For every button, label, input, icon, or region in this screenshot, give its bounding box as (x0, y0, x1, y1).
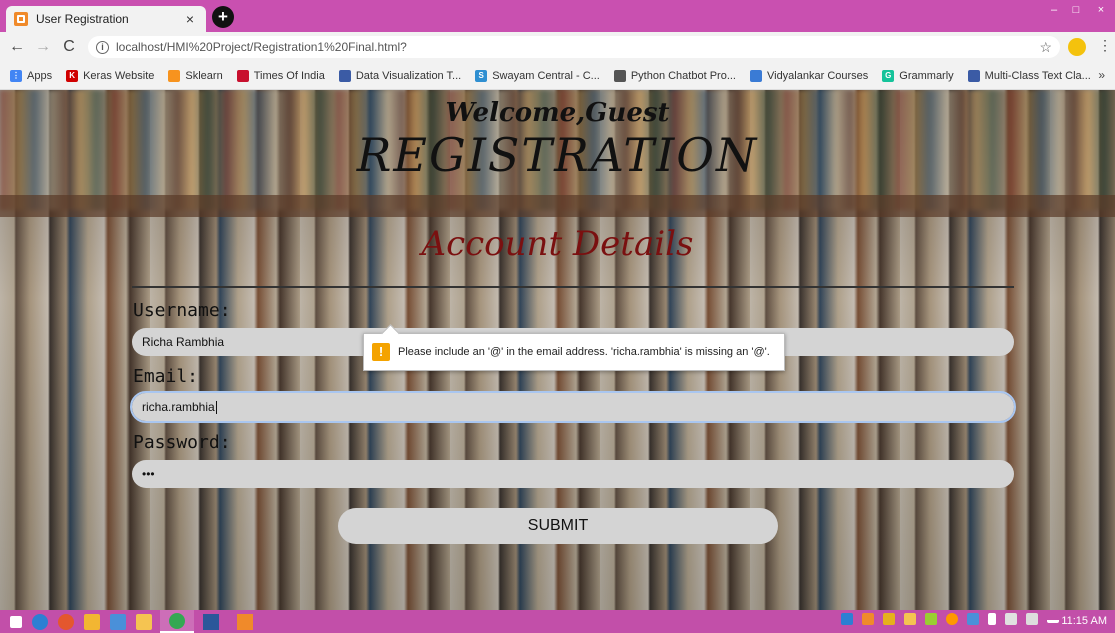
text-caret (215, 400, 217, 414)
bookmark-item[interactable]: G Grammarly (882, 69, 954, 82)
bookmark-label: Multi-Class Text Cla... (984, 69, 1091, 82)
file-explorer-icon[interactable] (136, 613, 152, 630)
reload-icon[interactable]: C (58, 36, 80, 58)
bookmark-favicon-icon (613, 69, 626, 82)
tab-strip: User Registration × + – □ × (0, 0, 1115, 32)
xampp-favicon-icon (14, 12, 28, 26)
address-bar[interactable]: i localhost/HMI%20Project/Registration1%… (88, 36, 1060, 58)
signal-icon[interactable] (1047, 615, 1059, 623)
flag-icon[interactable] (988, 613, 996, 625)
new-tab-button[interactable]: + (212, 6, 234, 28)
warning-icon: ! (372, 343, 390, 361)
shield-app-icon[interactable] (84, 613, 100, 630)
tray-green-icon[interactable] (925, 613, 937, 625)
internet-explorer-icon[interactable] (32, 613, 48, 630)
bookmark-favicon-icon (967, 69, 980, 82)
system-tray (832, 613, 1059, 625)
bookmarks-bar: ⋮ Apps K Keras Website Sklearn Times Of India… (0, 62, 1115, 90)
bookmark-item[interactable]: Data Visualization T... (338, 69, 462, 82)
taskbar-word[interactable] (194, 610, 228, 633)
bookmark-favicon-icon (236, 69, 249, 82)
back-arrow-icon[interactable]: ← (6, 36, 28, 58)
battery-icon[interactable] (1026, 613, 1038, 625)
tray-app-icon[interactable] (841, 613, 853, 625)
tray-blue-icon[interactable] (967, 613, 979, 625)
bookmark-favicon-icon: ⋮ (10, 69, 22, 82)
page-title: REGISTRATION (356, 128, 759, 182)
bookmark-item[interactable]: Multi-Class Text Cla... (967, 69, 1091, 82)
bookmark-favicon-icon: S (475, 69, 488, 82)
tray-xampp-icon[interactable] (862, 613, 874, 625)
bookmark-item[interactable]: ⋮ Apps (10, 69, 53, 82)
chrome-pinned-icon[interactable] (58, 613, 74, 630)
tray-cat-icon[interactable] (883, 613, 895, 625)
taskbar-chrome-active[interactable] (160, 610, 194, 633)
bookmark-item[interactable]: K Keras Website (66, 69, 155, 82)
tray-wifi-app-icon[interactable] (904, 613, 916, 625)
close-window-button[interactable]: × (1087, 0, 1115, 20)
maximize-button[interactable]: □ (1065, 0, 1087, 20)
bookmark-favicon-icon (338, 69, 351, 82)
bookmark-item[interactable]: Sklearn (168, 69, 223, 82)
section-divider (132, 286, 1014, 288)
bookmark-item[interactable]: Python Chatbot Pro... (613, 69, 736, 82)
minimize-button[interactable]: – (1043, 0, 1065, 20)
browser-toolbar: ← → C i localhost/HMI%20Project/Registra… (0, 32, 1115, 62)
welcome-heading: Welcome,Guest (445, 98, 670, 128)
bookmark-label: Python Chatbot Pro... (630, 69, 736, 82)
tab-title: User Registration (36, 12, 129, 26)
taskbar-clock[interactable]: 11:15 AM (1061, 615, 1107, 627)
password-label: Password: (133, 432, 231, 453)
username-value: Richa Rambhia (142, 335, 225, 349)
bookmark-label: Keras Website (83, 69, 155, 82)
bookmark-item[interactable]: Vidyalankar Courses (749, 69, 869, 82)
validation-tooltip: ! Please include an '@' in the email add… (363, 333, 785, 371)
bookmark-star-icon[interactable]: ☆ (1039, 39, 1052, 56)
bookmark-item[interactable]: S Swayam Central - C... (475, 69, 600, 82)
store-icon[interactable] (110, 613, 126, 630)
word-icon (203, 613, 219, 630)
email-label: Email: (133, 366, 199, 387)
bookmark-label: Apps (27, 69, 53, 82)
bookmark-label: Times Of India (253, 69, 325, 82)
bookmark-favicon-icon: G (882, 69, 895, 82)
forward-arrow-icon[interactable]: → (32, 36, 54, 58)
taskbar-xampp[interactable] (228, 610, 262, 633)
submit-button[interactable]: SUBMIT (338, 508, 778, 544)
bookmark-label: Vidyalankar Courses (766, 69, 869, 82)
bookmark-favicon-icon: K (66, 69, 79, 82)
bookmark-favicon-icon (749, 69, 762, 82)
bookmark-label: Data Visualization T... (355, 69, 462, 82)
bookmark-favicon-icon (168, 69, 181, 82)
window-controls: – □ × (1043, 0, 1115, 20)
bookmark-label: Grammarly (899, 69, 954, 82)
email-value: richa.rambhia (142, 400, 215, 414)
tab-user-registration[interactable]: User Registration × (6, 6, 206, 32)
chrome-icon (169, 612, 185, 629)
bookmark-label: Swayam Central - C... (492, 69, 600, 82)
section-title: Account Details (421, 224, 694, 264)
bookmarks-overflow-icon[interactable]: » (1098, 68, 1105, 82)
bookmark-label: Sklearn (185, 69, 223, 82)
password-field[interactable]: ••• (132, 460, 1014, 488)
email-field[interactable]: richa.rambhia (130, 391, 1016, 423)
tray-orange-icon[interactable] (946, 613, 958, 625)
username-label: Username: (133, 300, 231, 321)
xampp-icon (237, 613, 253, 630)
bookmark-item[interactable]: Times Of India (236, 69, 325, 82)
profile-avatar-icon[interactable] (1068, 38, 1086, 56)
validation-message: Please include an '@' in the email addre… (398, 346, 770, 358)
start-windows-icon[interactable] (10, 615, 22, 628)
site-info-icon[interactable]: i (96, 40, 109, 54)
browser-menu-icon[interactable]: ⋮ (1098, 37, 1112, 54)
password-value: ••• (142, 467, 155, 481)
windows-taskbar: 11:15 AM (0, 610, 1115, 633)
url-text[interactable]: localhost/HMI%20Project/Registration1%20… (116, 40, 1039, 54)
volume-icon[interactable] (1005, 613, 1017, 625)
tab-close-icon[interactable]: × (182, 11, 198, 27)
